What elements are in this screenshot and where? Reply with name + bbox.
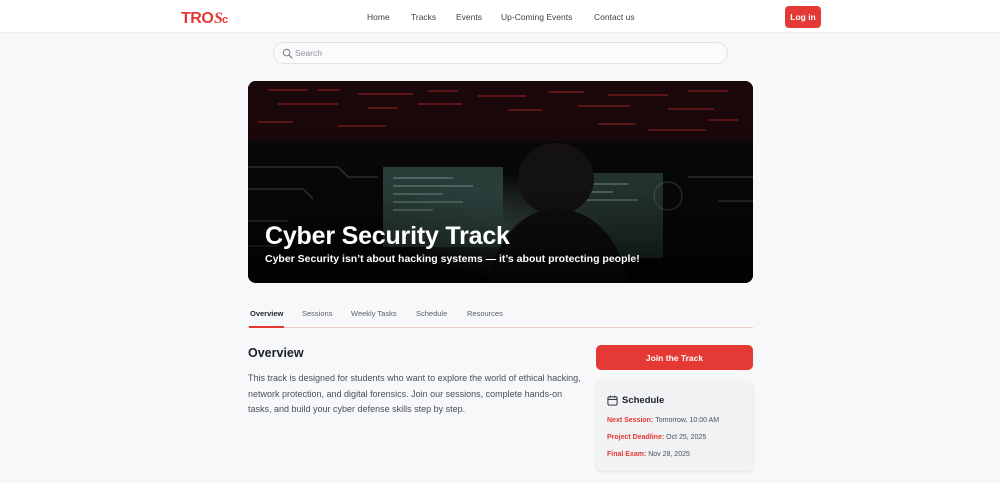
tab-weekly-tasks[interactable]: Weekly Tasks [351,309,397,318]
overview-description: This track is designed for students who … [248,373,581,414]
schedule-row-project-deadline: Project Deadline: Oct 25, 2025 [607,434,706,441]
hero-subtitle: Cyber Security isn’t about hacking syste… [265,253,640,265]
schedule-value: Nov 28, 2025 [648,451,690,458]
tab-sessions[interactable]: Sessions [302,309,332,318]
tab-overview[interactable]: Overview [250,309,283,318]
nav-tracks[interactable]: Tracks [411,12,436,22]
tab-schedule[interactable]: Schedule [416,309,447,318]
nav-upcoming-events[interactable]: Up-Coming Events [501,12,572,22]
main-nav: Home Tracks Events Up-Coming Events Cont… [0,12,1000,24]
tab-resources[interactable]: Resources [467,309,503,318]
search-icon [282,48,293,59]
hero-title: Cyber Security Track [265,222,510,250]
schedule-label: Next Session: [607,417,656,424]
overview-heading: Overview [248,346,304,360]
active-tab-indicator [249,326,284,328]
search-bar[interactable] [273,42,728,64]
schedule-value: Oct 25, 2025 [666,434,707,441]
calendar-icon [607,395,618,406]
schedule-row-next-session: Next Session: Tomorrow, 10:00 AM [607,417,719,424]
schedule-card: Schedule Next Session: Tomorrow, 10:00 A… [596,381,753,471]
hero-banner: Cyber Security Track Cyber Security isn’… [248,81,753,283]
top-navbar: TRO S c Home Tracks Events Up-Coming Eve… [0,0,1000,33]
track-tabs: Overview Sessions Weekly Tasks Schedule … [248,304,753,328]
schedule-value: Tomorrow, 10:00 AM [655,417,720,424]
schedule-label: Final Exam: [607,451,649,458]
nav-events[interactable]: Events [456,12,482,22]
schedule-label: Project Deadline: [607,434,667,441]
schedule-row-final-exam: Final Exam: Nov 28, 2025 [607,451,690,458]
join-track-button[interactable]: Join the Track [596,345,753,370]
nav-contact-us[interactable]: Contact us [594,12,635,22]
schedule-heading: Schedule [622,395,665,406]
nav-home[interactable]: Home [367,12,390,22]
search-input[interactable] [295,46,715,60]
login-button[interactable]: Log in [785,6,821,28]
